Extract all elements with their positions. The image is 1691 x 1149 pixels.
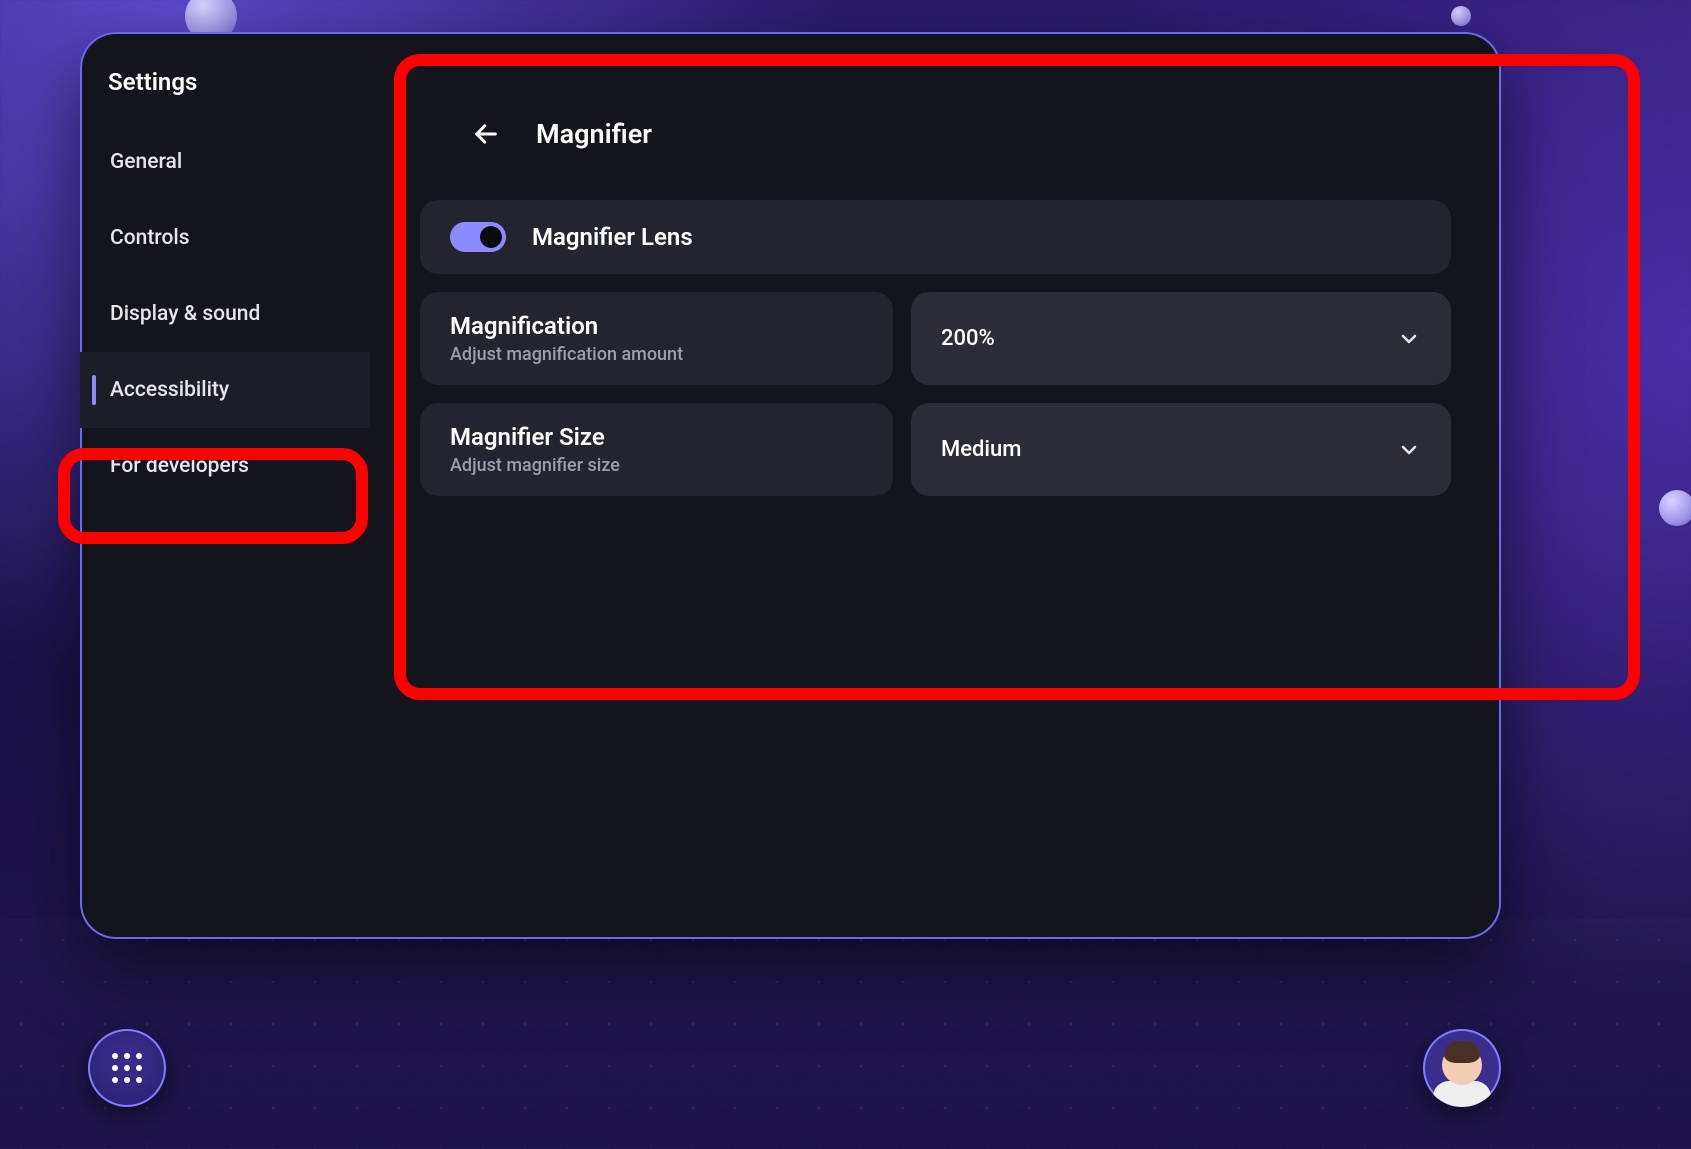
sidebar-item-label: Controls <box>110 226 190 250</box>
magnifier-size-value: Medium <box>941 437 1021 462</box>
sidebar-title: Settings <box>80 58 370 124</box>
sidebar-item-label: Display & sound <box>110 302 260 326</box>
apps-grid-icon <box>112 1053 142 1083</box>
chevron-down-icon <box>1397 327 1421 351</box>
planet-decoration <box>1451 6 1471 26</box>
magnifier-lens-label: Magnifier Lens <box>532 223 693 251</box>
magnification-value: 200% <box>941 326 995 351</box>
magnification-subtitle: Adjust magnification amount <box>450 344 863 365</box>
sidebar-item-label: For developers <box>110 454 249 478</box>
panel-title: Magnifier <box>536 118 652 150</box>
settings-sidebar: Settings General Controls Display & soun… <box>80 32 370 939</box>
magnifier-size-dropdown[interactable]: Medium <box>911 403 1451 496</box>
sidebar-item-for-developers[interactable]: For developers <box>80 428 370 504</box>
chevron-down-icon <box>1397 438 1421 462</box>
apps-button[interactable] <box>88 1029 166 1107</box>
arrow-left-icon <box>472 120 500 148</box>
sidebar-item-label: General <box>110 150 182 174</box>
magnification-title: Magnification <box>450 312 863 340</box>
panel-header: Magnifier <box>464 112 1451 156</box>
magnifier-size-row: Magnifier Size Adjust magnifier size Med… <box>420 403 1451 496</box>
magnifier-lens-row: Magnifier Lens <box>420 200 1451 274</box>
settings-window: Settings General Controls Display & soun… <box>80 32 1501 939</box>
ground-decoration <box>0 919 1691 1149</box>
toggle-knob <box>480 226 502 248</box>
profile-avatar-button[interactable] <box>1423 1029 1501 1107</box>
magnification-dropdown[interactable]: 200% <box>911 292 1451 385</box>
sidebar-item-general[interactable]: General <box>80 124 370 200</box>
magnifier-size-title: Magnifier Size <box>450 423 863 451</box>
planet-decoration <box>1659 490 1691 526</box>
sidebar-item-controls[interactable]: Controls <box>80 200 370 276</box>
sidebar-item-label: Accessibility <box>110 378 229 402</box>
settings-panel: Magnifier Magnifier Lens Magnification A… <box>370 32 1501 939</box>
magnifier-size-label-block: Magnifier Size Adjust magnifier size <box>420 403 893 496</box>
magnification-label-block: Magnification Adjust magnification amoun… <box>420 292 893 385</box>
sidebar-item-accessibility[interactable]: Accessibility <box>80 352 370 428</box>
magnification-row: Magnification Adjust magnification amoun… <box>420 292 1451 385</box>
magnifier-size-subtitle: Adjust magnifier size <box>450 455 863 476</box>
avatar-icon <box>1423 1029 1501 1107</box>
magnifier-lens-toggle[interactable] <box>450 222 506 252</box>
back-button[interactable] <box>464 112 508 156</box>
sidebar-item-display-sound[interactable]: Display & sound <box>80 276 370 352</box>
